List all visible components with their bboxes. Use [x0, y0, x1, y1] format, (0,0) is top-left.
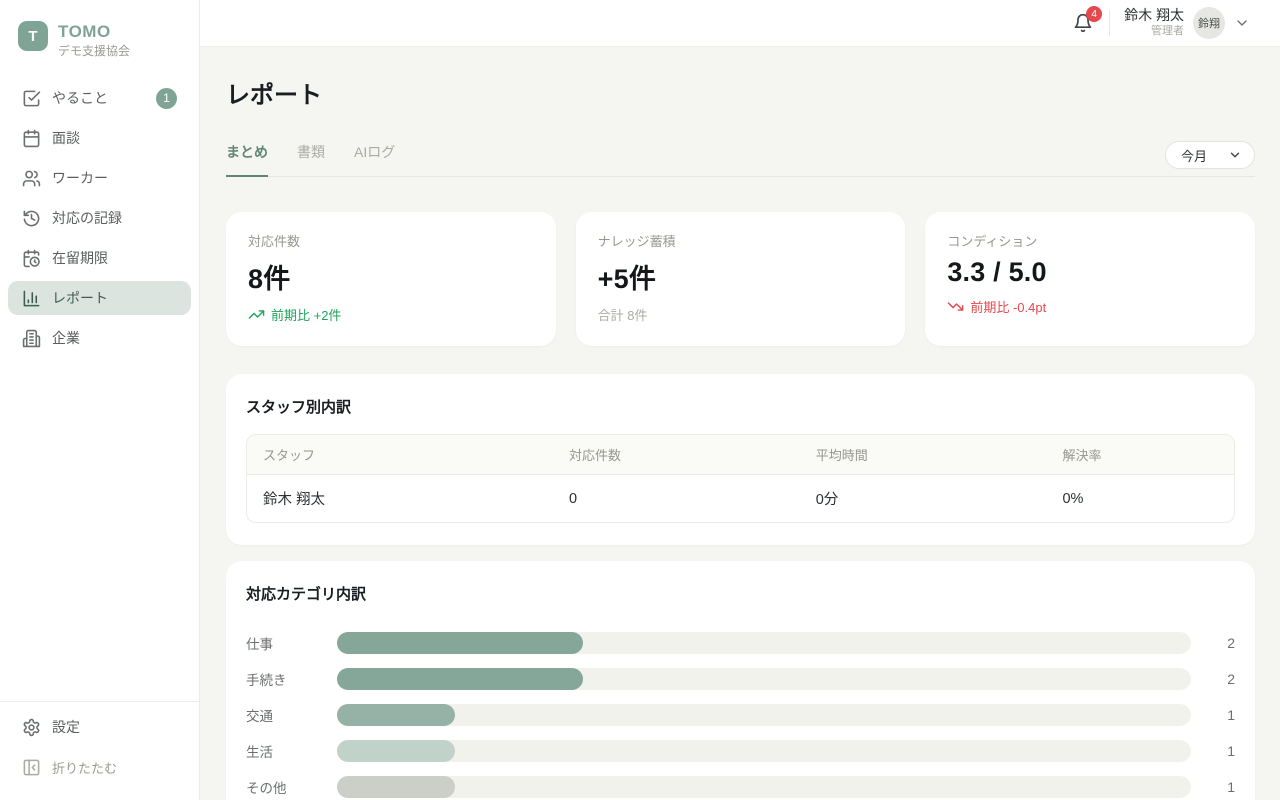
table-header-row: スタッフ 対応件数 平均時間 解決率: [247, 435, 1234, 475]
stat-label: ナレッジ蓄積: [598, 231, 884, 250]
sidebar-item-settings[interactable]: 設定: [8, 710, 191, 744]
staff-table: スタッフ 対応件数 平均時間 解決率 鈴木 翔太 0 0分 0%: [246, 434, 1235, 523]
cell-support-count: 0: [553, 475, 800, 523]
stat-card-support-count: 対応件数 8件 前期比 +2件: [226, 212, 556, 346]
tabs-bar: まとめ 書類 AIログ 今月: [226, 134, 1255, 177]
check-square-icon: [22, 89, 41, 108]
bar-row-procedures: 手続き 2: [246, 661, 1235, 697]
users-icon: [22, 169, 41, 188]
bar-row-transport: 交通 1: [246, 697, 1235, 733]
sidebar-nav: やること 1 面談 ワーカー 対応の記録: [0, 75, 199, 361]
notification-count-badge: 4: [1086, 6, 1102, 22]
bar-chart-icon: [22, 289, 41, 308]
brand-name: TOMO: [58, 21, 130, 42]
calendar-clock-icon: [22, 249, 41, 268]
app-root: T TOMO デモ支援協会 やること 1 面談: [0, 0, 1280, 800]
stat-delta: 合計 8件: [598, 305, 884, 324]
bar-fill: [337, 668, 583, 690]
brand-org: デモ支援協会: [58, 44, 130, 59]
category-bar-chart: 仕事 2 手続き 2 交通 1 生活: [246, 625, 1235, 800]
stat-value: 8件: [248, 257, 534, 296]
todo-count-badge: 1: [156, 88, 177, 109]
notification-bell-button[interactable]: 4: [1071, 11, 1095, 35]
stat-delta: 前期比 -0.4pt: [947, 297, 1233, 316]
bar-fill: [337, 740, 455, 762]
cell-avg-time: 0分: [800, 475, 1047, 523]
stat-cards: 対応件数 8件 前期比 +2件 ナレッジ蓄積 +5件 合計 8件: [226, 212, 1255, 346]
period-filter-value: 今月: [1181, 146, 1207, 165]
building-icon: [22, 329, 41, 348]
panel-collapse-icon: [22, 758, 41, 777]
bar-fill: [337, 776, 455, 798]
stat-label: 対応件数: [248, 231, 534, 250]
topbar: 4 鈴木 翔太 管理者 鈴翔: [200, 0, 1280, 47]
stat-value: 3.3 / 5.0: [947, 257, 1233, 288]
trending-up-icon: [248, 306, 265, 323]
page-title: レポート: [226, 75, 1255, 110]
stat-value: +5件: [598, 257, 884, 296]
sidebar-item-label: 設定: [52, 717, 80, 737]
sidebar-item-residence-deadline[interactable]: 在留期限: [8, 241, 191, 275]
staff-breakdown-heading: スタッフ別内訳: [246, 396, 1235, 417]
column-header-staff: スタッフ: [247, 435, 553, 475]
topbar-divider: [1109, 10, 1110, 36]
user-role: 管理者: [1124, 25, 1184, 39]
trending-down-icon: [947, 298, 964, 315]
sidebar-item-label: 企業: [52, 328, 80, 348]
user-menu[interactable]: 鈴木 翔太 管理者 鈴翔: [1124, 7, 1250, 39]
period-filter-select[interactable]: 今月: [1165, 141, 1255, 169]
column-header-avg-time: 平均時間: [800, 435, 1047, 475]
avatar: 鈴翔: [1193, 7, 1225, 39]
chevron-down-icon: [1234, 15, 1250, 31]
bar-fill: [337, 632, 583, 654]
sidebar-item-label: 在留期限: [52, 248, 108, 268]
bar-row-daily-life: 生活 1: [246, 733, 1235, 769]
bar-fill: [337, 704, 455, 726]
cell-resolution-rate: 0%: [1046, 475, 1234, 523]
table-row: 鈴木 翔太 0 0分 0%: [247, 475, 1234, 523]
sidebar-item-interviews[interactable]: 面談: [8, 121, 191, 155]
sidebar-item-todo[interactable]: やること 1: [8, 81, 191, 115]
stat-delta: 前期比 +2件: [248, 305, 534, 324]
sidebar-footer: 設定 折りたたむ: [0, 701, 199, 800]
sidebar-item-companies[interactable]: 企業: [8, 321, 191, 355]
avatar-text: 鈴翔: [1198, 15, 1220, 31]
staff-breakdown-card: スタッフ別内訳 スタッフ 対応件数 平均時間 解決率: [226, 374, 1255, 545]
bar-row-other: その他 1: [246, 769, 1235, 800]
bar-row-work: 仕事 2: [246, 625, 1235, 661]
tab-documents[interactable]: 書類: [297, 134, 325, 177]
brand-logo: T: [18, 21, 48, 51]
calendar-icon: [22, 129, 41, 148]
sidebar-item-label: 折りたたむ: [52, 758, 117, 777]
sidebar-item-label: ワーカー: [52, 168, 108, 188]
stat-card-condition: コンディション 3.3 / 5.0 前期比 -0.4pt: [925, 212, 1255, 346]
tab-ailog[interactable]: AIログ: [354, 134, 395, 177]
stat-label: コンディション: [947, 231, 1233, 250]
gear-icon: [22, 718, 41, 737]
stat-card-knowledge: ナレッジ蓄積 +5件 合計 8件: [576, 212, 906, 346]
history-icon: [22, 209, 41, 228]
sidebar-item-label: やること: [52, 88, 108, 108]
chevron-down-icon: [1228, 148, 1242, 162]
user-name: 鈴木 翔太: [1124, 7, 1184, 25]
sidebar-item-workers[interactable]: ワーカー: [8, 161, 191, 195]
tab-summary[interactable]: まとめ: [226, 134, 268, 177]
sidebar-item-label: 面談: [52, 128, 80, 148]
sidebar-collapse-button[interactable]: 折りたたむ: [8, 750, 191, 784]
sidebar-item-reports[interactable]: レポート: [8, 281, 191, 315]
sidebar-item-label: レポート: [52, 288, 108, 308]
brand: T TOMO デモ支援協会: [0, 0, 199, 75]
brand-initial: T: [28, 28, 37, 45]
category-breakdown-card: 対応カテゴリ内訳 仕事 2 手続き 2 交通 1: [226, 561, 1255, 800]
sidebar-item-support-records[interactable]: 対応の記録: [8, 201, 191, 235]
report-page: レポート まとめ 書類 AIログ 今月 対応件数 8件: [200, 47, 1280, 800]
sidebar-item-label: 対応の記録: [52, 208, 122, 228]
column-header-resolution-rate: 解決率: [1046, 435, 1234, 475]
column-header-support-count: 対応件数: [553, 435, 800, 475]
sidebar: T TOMO デモ支援協会 やること 1 面談: [0, 0, 200, 800]
main-column: 4 鈴木 翔太 管理者 鈴翔 レポート まとめ 書類 A: [200, 0, 1280, 800]
category-breakdown-heading: 対応カテゴリ内訳: [246, 583, 1235, 604]
cell-staff-name: 鈴木 翔太: [247, 475, 553, 523]
